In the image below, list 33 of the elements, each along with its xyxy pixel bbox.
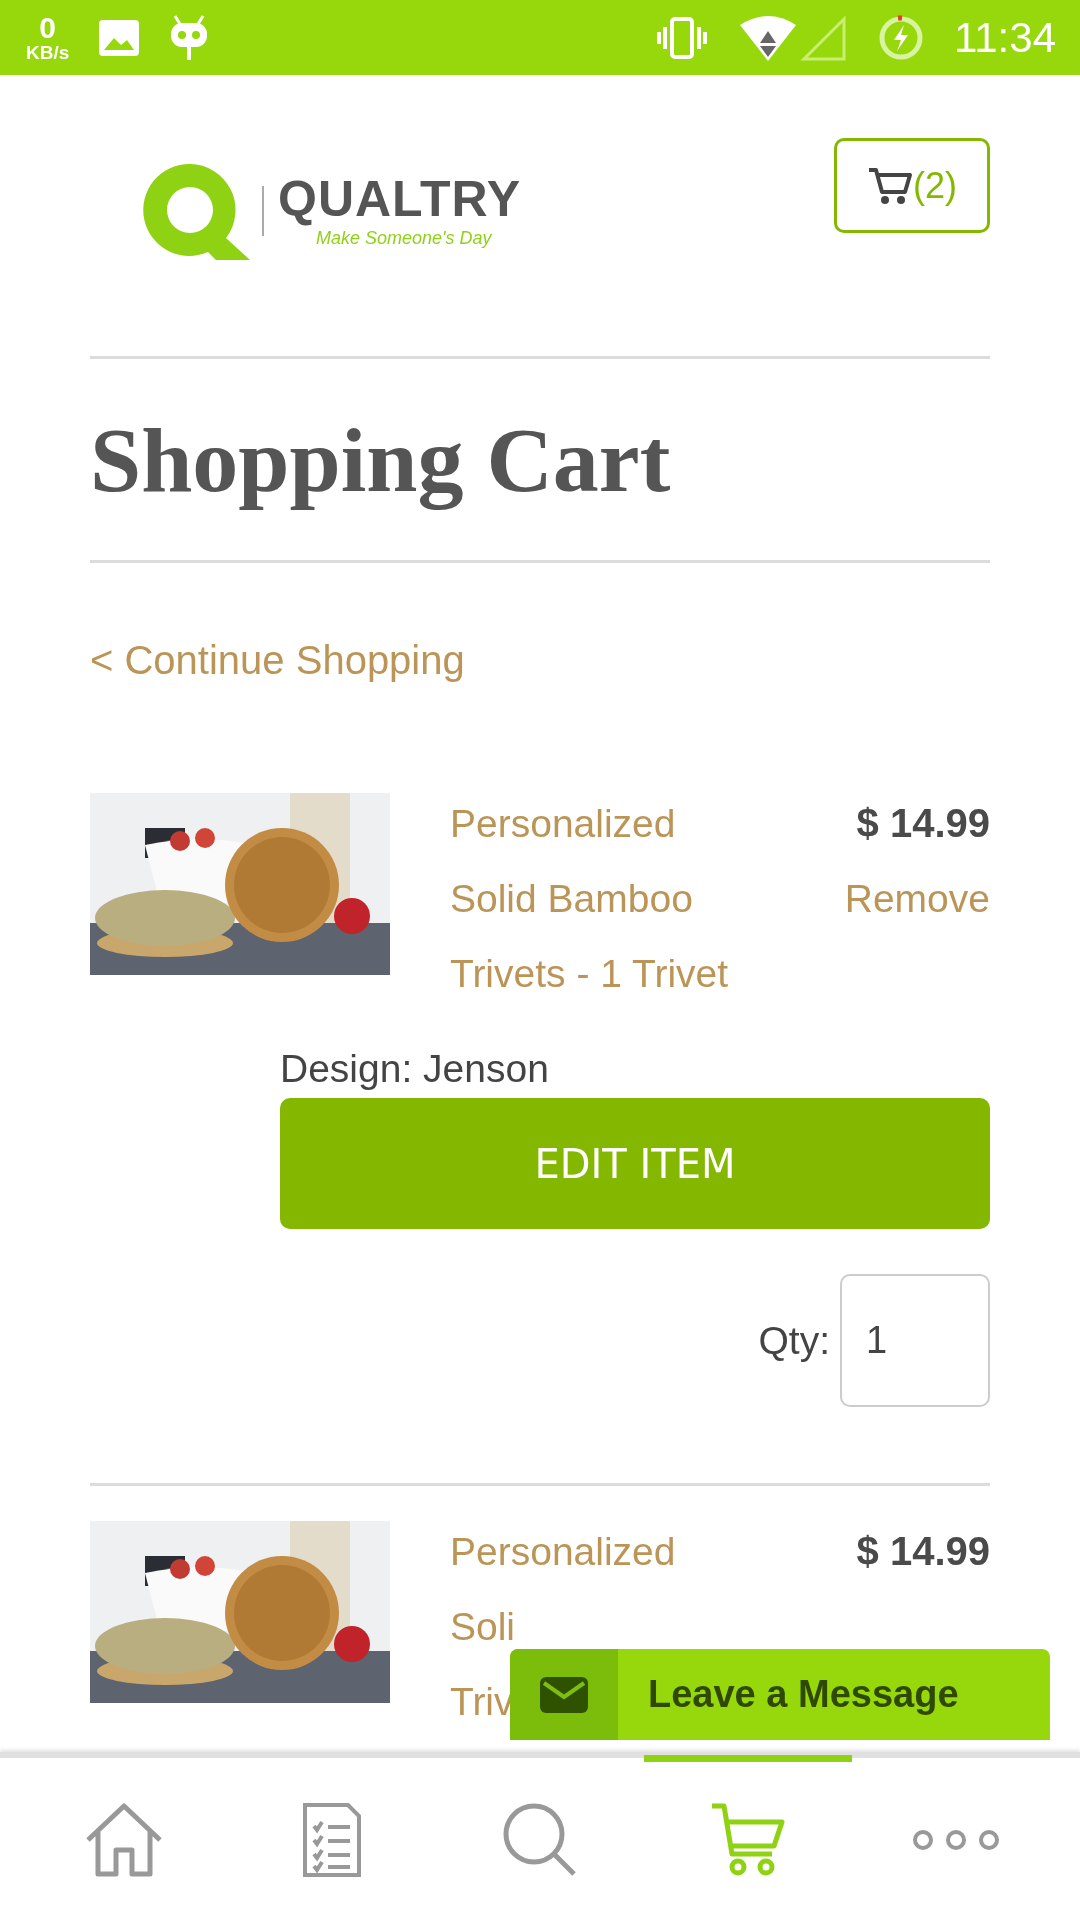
logo-wordmark: QUALTRY (278, 173, 522, 224)
cart-button[interactable]: (2) (834, 138, 990, 233)
continue-shopping-link[interactable]: < Continue Shopping (90, 635, 990, 685)
product-name-line[interactable]: Solid Bamboo (450, 876, 693, 922)
network-speed-unit: KB/s (26, 43, 70, 62)
more-icon (911, 1827, 1001, 1852)
status-time: 11:34 (954, 13, 1056, 62)
signal-icon (738, 12, 848, 63)
network-speed-value: 0 (39, 13, 56, 43)
mail-icon (540, 1676, 588, 1713)
edit-item-button[interactable]: EDIT ITEM (280, 1098, 990, 1229)
search-icon (502, 1801, 578, 1878)
design-label: Design: Jenson (280, 1046, 550, 1092)
robot-icon (169, 13, 210, 62)
home-icon (84, 1801, 164, 1878)
product-name-line[interactable]: Personalized (450, 801, 676, 847)
image-icon (99, 19, 140, 56)
leave-message-button[interactable]: Leave a Message (510, 1649, 1050, 1740)
item-price: $ 14.99 (856, 800, 990, 847)
checklist-icon (302, 1801, 362, 1878)
vibrate-icon (656, 16, 708, 59)
product-name-line[interactable]: Soli (450, 1604, 516, 1650)
logo-tagline: Make Someone's Day (316, 227, 493, 249)
cart-icon (867, 165, 913, 206)
item-price: $ 14.99 (856, 1528, 990, 1575)
battery-charging-icon (878, 14, 924, 61)
remove-link[interactable]: Remove (844, 861, 990, 936)
qty-label: Qty: (758, 1318, 830, 1363)
qty-input[interactable]: 1 (840, 1274, 990, 1407)
product-name-line[interactable]: Personalized (450, 1529, 676, 1575)
page-title: Shopping Cart (90, 408, 672, 513)
product-name-line[interactable]: Trivets - 1 Trivet (450, 951, 729, 997)
cart-icon (710, 1801, 786, 1878)
